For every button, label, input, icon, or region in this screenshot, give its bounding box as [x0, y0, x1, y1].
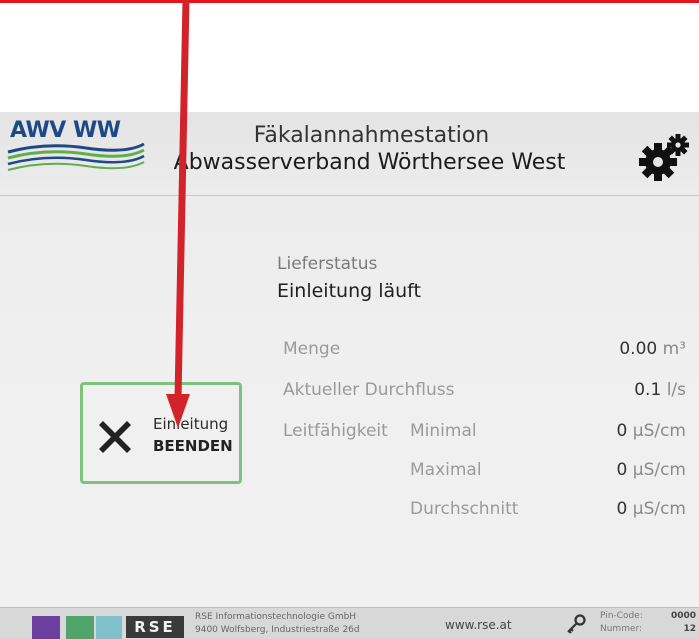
conductivity-avg-value: 0	[616, 499, 628, 519]
color-swatch-green	[66, 616, 94, 639]
conductivity-max-value: 0	[616, 460, 628, 480]
color-swatch-purple	[32, 616, 60, 639]
end-discharge-label-line1: Einleitung	[153, 415, 229, 433]
flow-value: 0.1	[634, 380, 662, 400]
number-label: Nummer:	[600, 624, 643, 634]
end-discharge-button[interactable]: Einleitung BEENDEN	[80, 382, 242, 484]
company-info: RSE Informationstechnologie GmbH 9400 Wo…	[195, 611, 360, 637]
flow-unit: l/s	[666, 380, 686, 400]
header-divider	[0, 195, 699, 196]
number-value: 12	[683, 624, 696, 634]
conductivity-min-value: 0	[616, 421, 628, 441]
top-red-rule	[0, 0, 699, 3]
delivery-status-label: Lieferstatus	[277, 254, 378, 274]
pin-labels: Pin-Code: Nummer:	[600, 610, 643, 636]
website-link: www.rse.at	[445, 618, 512, 632]
station-title: Fäkalannahmestation	[253, 123, 490, 148]
pin-code-value: 0000	[670, 611, 696, 621]
close-icon	[99, 421, 131, 453]
conductivity-label: Leitfähigkeit	[283, 421, 388, 441]
pin-code-label: Pin-Code:	[600, 611, 643, 621]
conductivity-avg-label: Durchschnitt	[410, 499, 519, 519]
quantity-unit: m³	[662, 339, 686, 359]
delivery-status-value: Einleitung läuft	[277, 280, 421, 302]
conductivity-min-label: Minimal	[410, 421, 477, 441]
color-swatch-teal	[96, 616, 122, 639]
footer-bar: RSE RSE Informationstechnologie GmbH 940…	[0, 607, 699, 639]
gear-icon[interactable]	[636, 132, 692, 184]
conductivity-max-unit: µS/cm	[632, 460, 686, 480]
flow-label: Aktueller Durchfluss	[283, 380, 455, 400]
conductivity-min-unit: µS/cm	[632, 421, 686, 441]
key-icon[interactable]	[565, 613, 587, 635]
quantity-label: Menge	[283, 339, 341, 359]
touch-screen: AWV WW Fäkalannahmestation Abwasserverba…	[0, 112, 699, 639]
rse-logo: RSE	[126, 616, 184, 638]
pin-values: 0000 12	[666, 610, 696, 636]
quantity-value: 0.00	[619, 339, 658, 359]
app-header: AWV WW Fäkalannahmestation Abwasserverba…	[0, 112, 699, 194]
company-address: 9400 Wolfsberg, Industriestraße 26d	[195, 625, 360, 635]
conductivity-avg-unit: µS/cm	[632, 499, 686, 519]
company-name: RSE Informationstechnologie GmbH	[195, 612, 357, 622]
association-title: Abwasserverband Wörthersee West	[173, 150, 566, 175]
end-discharge-label-line2: BEENDEN	[153, 437, 233, 455]
conductivity-max-label: Maximal	[410, 460, 482, 480]
